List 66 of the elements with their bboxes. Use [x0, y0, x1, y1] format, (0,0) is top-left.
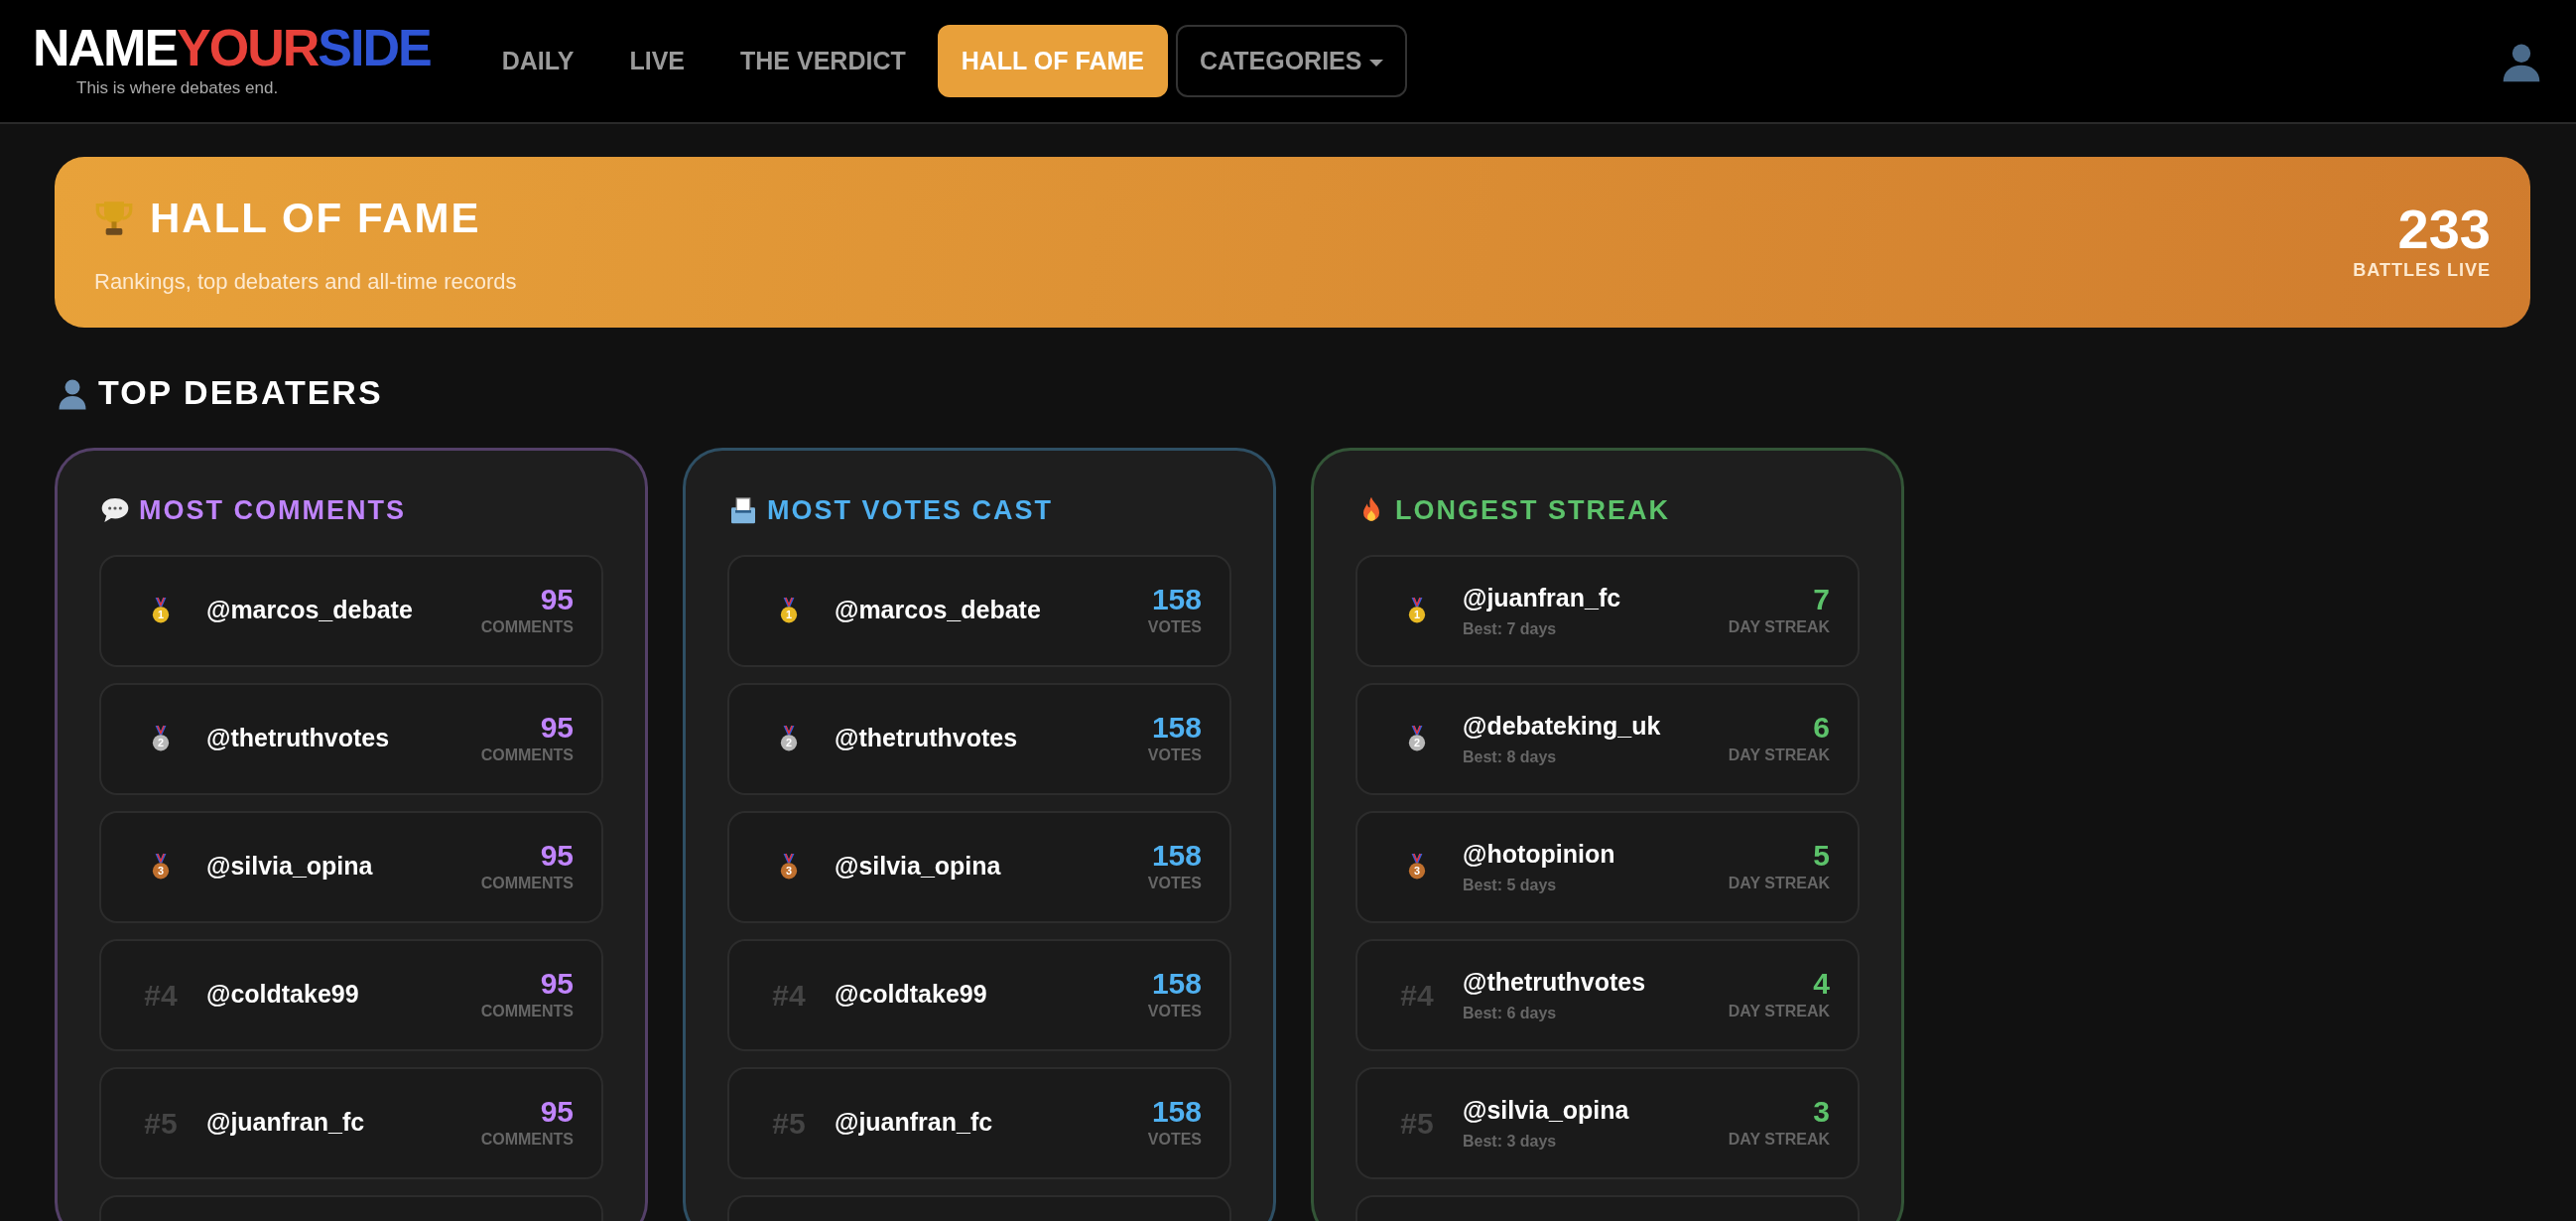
stat-value: 95 — [540, 838, 574, 872]
stat-unit: COMMENTS — [480, 873, 574, 893]
stat-value: 95 — [540, 1094, 574, 1128]
username: @thetruthvotes — [1463, 967, 1646, 999]
username: @silvia_opina — [206, 851, 373, 882]
stat-value: 95 — [540, 710, 574, 744]
username: @marcos_debate — [206, 595, 413, 626]
battles-label: BATTLES LIVE — [2353, 258, 2491, 282]
stat-unit: VOTES — [1147, 1001, 1202, 1021]
nav-link[interactable]: THE VERDICT — [716, 24, 930, 98]
categories-dropdown[interactable]: CATEGORIES — [1176, 24, 1408, 98]
stat-unit: DAY STREAK — [1728, 616, 1830, 637]
stat-unit: DAY STREAK — [1728, 1129, 1830, 1150]
best-streak: Best: 5 days — [1463, 875, 1558, 895]
stat-unit: COMMENTS — [480, 745, 574, 765]
stat-unit: VOTES — [1147, 873, 1202, 893]
best-streak: Best: 3 days — [1463, 1131, 1558, 1152]
card-title: LONGEST STREAK — [1395, 494, 1670, 527]
logo-text: YOUR — [177, 21, 319, 73]
card-title: MOST VOTES CAST — [767, 494, 1054, 527]
best-streak: Best: 8 days — [1463, 746, 1558, 767]
stat-unit: DAY STREAK — [1728, 745, 1830, 765]
stat-unit: VOTES — [1147, 1129, 1202, 1150]
stat-unit: DAY STREAK — [1728, 873, 1830, 893]
stat-unit: VOTES — [1147, 616, 1202, 637]
username: @silvia_opina — [835, 851, 1001, 882]
logo-text: NAME — [33, 21, 178, 73]
stat-value: 158 — [1151, 966, 1202, 1000]
stat-unit: COMMENTS — [480, 1001, 574, 1021]
username: @juanfran_fc — [835, 1107, 993, 1139]
nav-link[interactable]: DAILY — [477, 24, 598, 98]
username: @coldtake99 — [835, 979, 987, 1011]
stat-value: 158 — [1151, 582, 1202, 615]
stat-value: 158 — [1151, 1094, 1202, 1128]
banner-title: HALL OF FAME — [150, 194, 481, 243]
username: @thetruthvotes — [835, 723, 1018, 754]
username: @marcos_debate — [835, 595, 1041, 626]
username: @hotopinion — [1463, 839, 1615, 871]
stat-unit: VOTES — [1147, 745, 1202, 765]
best-streak: Best: 6 days — [1463, 1003, 1558, 1023]
stat-unit: DAY STREAK — [1728, 1001, 1830, 1021]
nav-link[interactable]: LIVE — [605, 24, 709, 98]
battles-count: 233 — [2397, 201, 2491, 257]
username: @coldtake99 — [206, 979, 359, 1011]
username: @juanfran_fc — [206, 1107, 365, 1139]
username: @debateking_uk — [1463, 711, 1661, 743]
username: @juanfran_fc — [1463, 583, 1621, 614]
username: @silvia_opina — [1463, 1095, 1629, 1127]
stat-value: 7 — [1813, 582, 1830, 615]
logo-tagline: This is where debates end. — [76, 76, 280, 99]
stat-value: 158 — [1151, 838, 1202, 872]
card-title: MOST COMMENTS — [139, 494, 406, 527]
stat-value: 158 — [1151, 710, 1202, 744]
stat-value: 95 — [540, 582, 574, 615]
username: @thetruthvotes — [206, 723, 390, 754]
stat-value: 95 — [540, 966, 574, 1000]
best-streak: Best: 7 days — [1463, 618, 1558, 639]
stat-value: 3 — [1813, 1094, 1830, 1128]
stat-value: 4 — [1813, 966, 1830, 1000]
stat-value: 5 — [1813, 838, 1830, 872]
stat-unit: COMMENTS — [480, 616, 574, 637]
stat-value: 6 — [1813, 710, 1830, 744]
stat-unit: COMMENTS — [480, 1129, 574, 1150]
banner-subtitle: Rankings, top debaters and all-time records — [94, 268, 517, 296]
section-title: TOP DEBATERS — [98, 372, 383, 413]
logo-text: SIDE — [318, 21, 431, 73]
